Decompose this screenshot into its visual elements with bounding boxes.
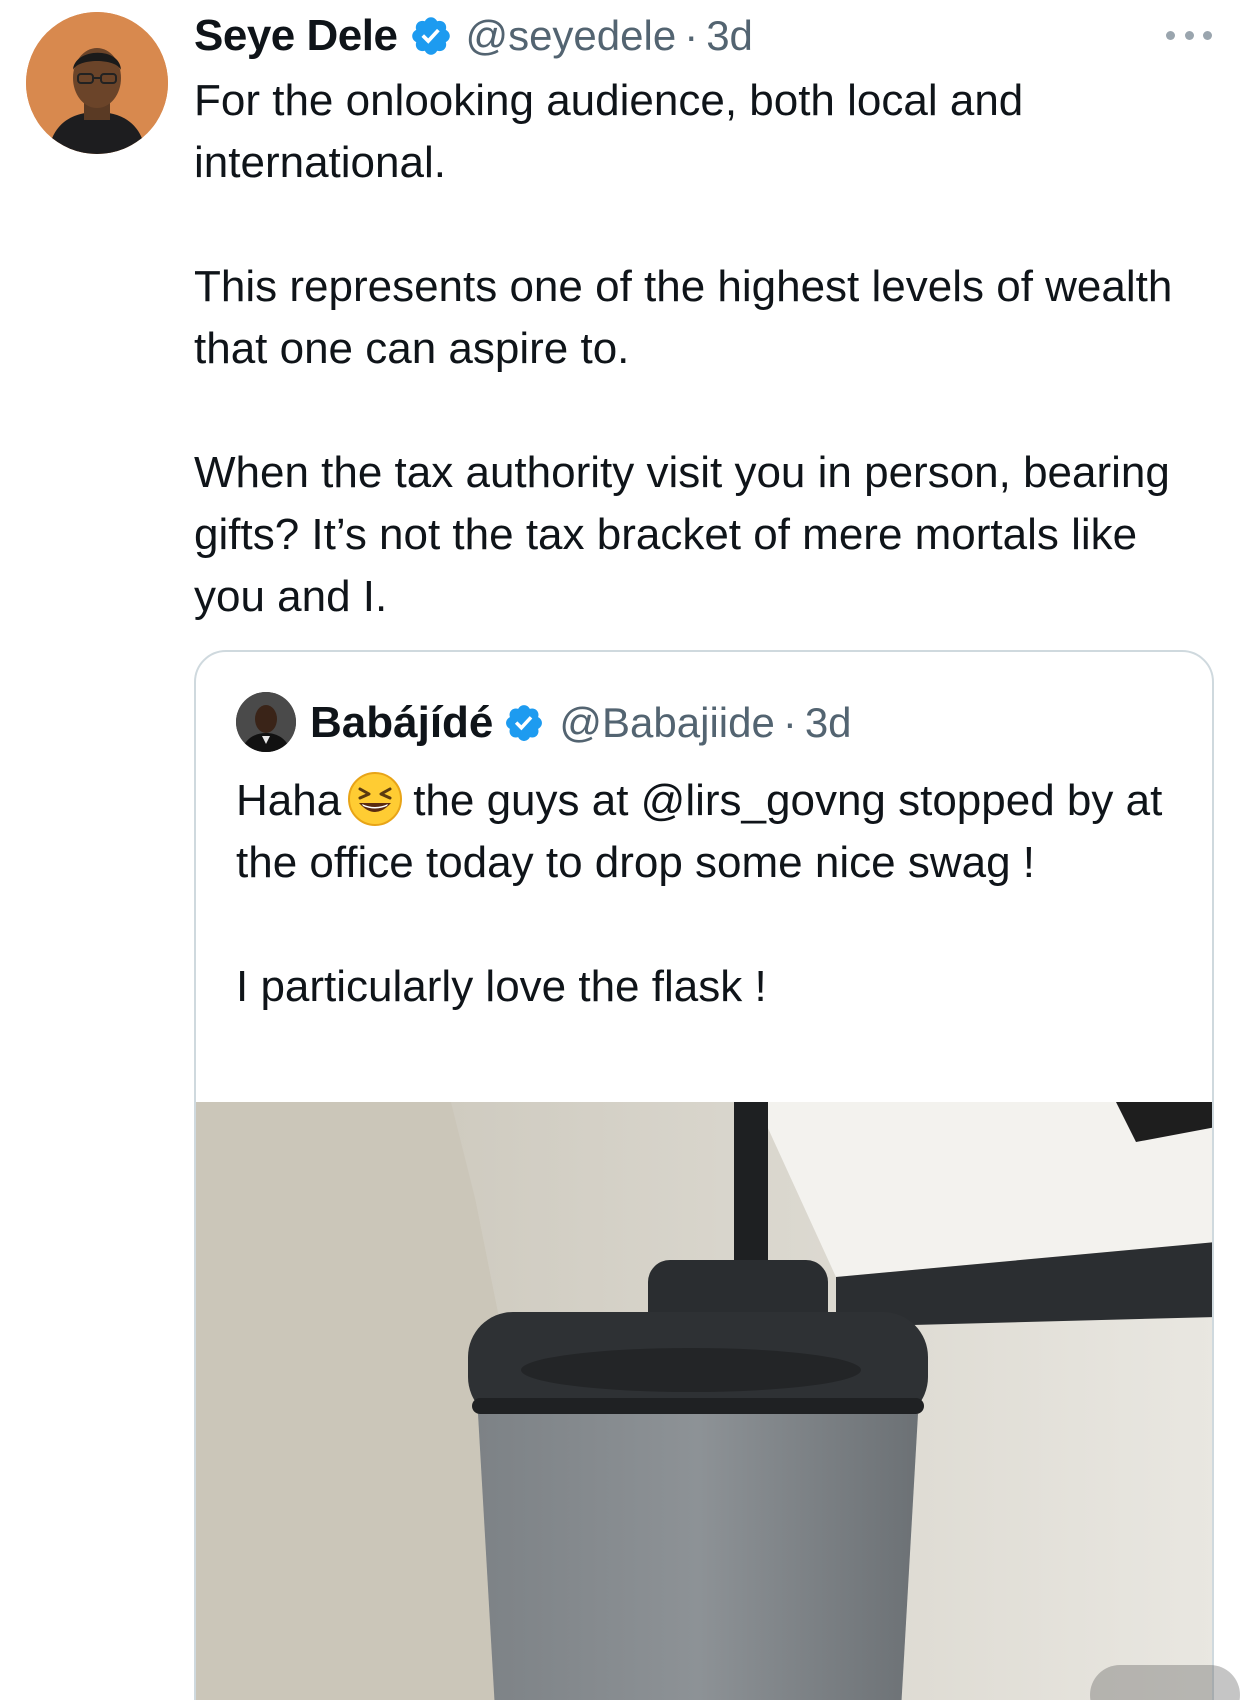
quoted-author-name: Babájídé [310, 698, 494, 747]
quoted-text-start: Haha [236, 776, 342, 825]
author-handle[interactable]: @seyedele [465, 12, 676, 60]
quoted-tweet-photo[interactable] [196, 1102, 1212, 1700]
timestamp[interactable]: 3d [706, 12, 753, 60]
tweet-paragraph: For the onlooking audience, both local a… [194, 76, 1024, 187]
quoted-tweet-card[interactable]: Babájídé @Babajiide · 3d Haha the guys a… [194, 650, 1214, 1700]
verified-badge-icon [503, 702, 545, 744]
quoted-paragraph: I particularly love the flask ! [236, 962, 767, 1011]
author-name[interactable]: Seye Dele [194, 11, 398, 61]
more-options-icon[interactable] [1166, 20, 1212, 50]
quoted-author-handle: @Babajiide [559, 699, 775, 746]
grinning-squinting-face-icon [347, 771, 403, 827]
separator-dot: · [782, 699, 797, 746]
author-avatar[interactable] [26, 12, 168, 154]
tweet-paragraph: This represents one of the highest level… [194, 262, 1173, 373]
media-overlay-button[interactable] [1090, 1665, 1240, 1700]
verified-badge-icon [409, 14, 453, 58]
quoted-tweet-header: Babájídé @Babajiide · 3d [310, 694, 852, 752]
quoted-paragraph: Haha the guys at @lirs_govng stopped by … [236, 770, 1186, 894]
quoted-author-avatar [236, 692, 296, 752]
tweet-paragraph: When the tax authority visit you in pers… [194, 448, 1170, 621]
tweet-header: Seye Dele @seyedele · 3d [194, 8, 753, 64]
quoted-tweet-text: Haha the guys at @lirs_govng stopped by … [236, 770, 1186, 1018]
quoted-timestamp: 3d [804, 699, 852, 746]
tweet-text: For the onlooking audience, both local a… [194, 70, 1194, 628]
tweet[interactable]: Seye Dele @seyedele · 3d For the onlooki… [0, 0, 1242, 1700]
separator-dot: · [684, 12, 699, 59]
